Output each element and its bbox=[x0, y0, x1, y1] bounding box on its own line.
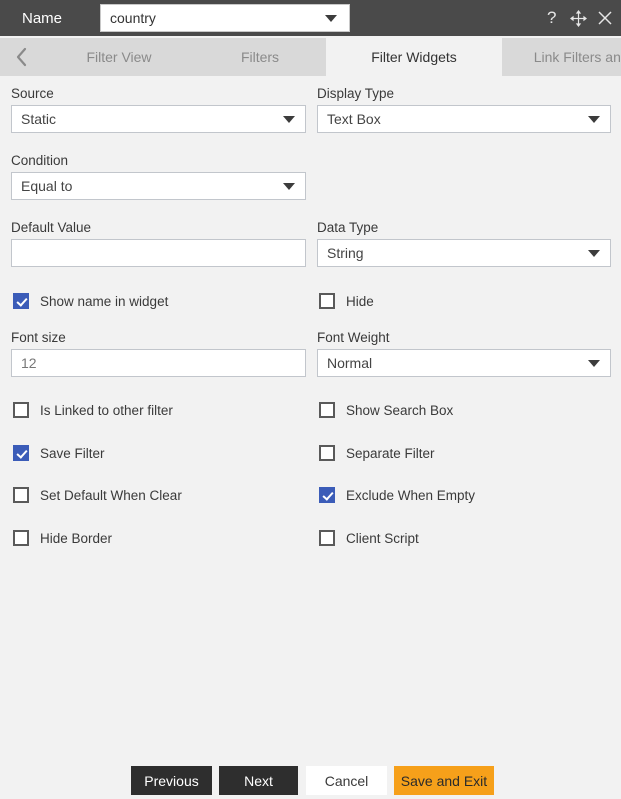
checkbox-client-script[interactable]: Client Script bbox=[319, 530, 419, 546]
checkbox-label: Save Filter bbox=[40, 445, 105, 461]
checkbox-label: Is Linked to other filter bbox=[40, 402, 173, 418]
close-icon[interactable] bbox=[597, 10, 613, 26]
font-size-input[interactable]: 12 bbox=[11, 349, 306, 377]
previous-button[interactable]: Previous bbox=[131, 766, 212, 795]
name-select-value: country bbox=[110, 10, 156, 26]
checkbox-label: Client Script bbox=[346, 530, 419, 546]
window-controls: ? bbox=[544, 0, 613, 36]
checkbox-set-default-when-clear[interactable]: Set Default When Clear bbox=[13, 487, 182, 503]
checkbox-label: Set Default When Clear bbox=[40, 487, 182, 503]
checkbox-box bbox=[13, 445, 29, 461]
font-weight-value: Normal bbox=[327, 355, 373, 371]
checkbox-label: Separate Filter bbox=[346, 445, 435, 461]
data-type-value: String bbox=[327, 245, 364, 261]
footer-actions: Previous Next Cancel Save and Exit bbox=[0, 766, 621, 799]
title-bar: Name country ? bbox=[0, 0, 621, 36]
checkbox-box bbox=[319, 402, 335, 418]
svg-text:?: ? bbox=[547, 9, 556, 27]
checkbox-label: Exclude When Empty bbox=[346, 487, 476, 503]
checkbox-show-name-in-widget[interactable]: Show name in widget bbox=[13, 293, 168, 309]
checkbox-label: Show name in widget bbox=[40, 293, 169, 309]
tab-link-filters-and-widgets[interactable]: Link Filters and Widge bbox=[502, 38, 621, 76]
display-type-label: Display Type bbox=[317, 86, 395, 101]
condition-label: Condition bbox=[11, 153, 69, 168]
name-label: Name bbox=[22, 9, 63, 27]
filter-widgets-form: Source Static Display Type Text Box Cond… bbox=[0, 76, 621, 799]
display-type-select[interactable]: Text Box bbox=[317, 105, 611, 133]
font-weight-label: Font Weight bbox=[317, 330, 390, 345]
help-icon[interactable]: ? bbox=[544, 9, 560, 27]
font-size-label: Font size bbox=[11, 330, 66, 345]
chevron-down-icon bbox=[588, 115, 600, 123]
checkbox-label: Hide bbox=[346, 293, 374, 309]
checkbox-box bbox=[13, 402, 29, 418]
name-select[interactable]: country bbox=[100, 4, 350, 32]
checkbox-box bbox=[319, 487, 335, 503]
default-value-label: Default Value bbox=[11, 220, 92, 235]
source-label: Source bbox=[11, 86, 54, 101]
tab-filter-view[interactable]: Filter View bbox=[44, 38, 194, 76]
display-type-value: Text Box bbox=[327, 111, 381, 127]
next-button[interactable]: Next bbox=[219, 766, 298, 795]
checkbox-box bbox=[13, 293, 29, 309]
checkbox-label: Hide Border bbox=[40, 530, 113, 546]
checkbox-hide[interactable]: Hide bbox=[319, 293, 374, 309]
tabs-scroll-left-icon[interactable] bbox=[0, 38, 44, 76]
checkbox-is-linked-to-other-filter[interactable]: Is Linked to other filter bbox=[13, 402, 173, 418]
checkbox-exclude-when-empty[interactable]: Exclude When Empty bbox=[319, 487, 475, 503]
default-value-input[interactable] bbox=[11, 239, 306, 267]
checkbox-separate-filter[interactable]: Separate Filter bbox=[319, 445, 435, 461]
checkbox-box bbox=[13, 530, 29, 546]
tab-filter-widgets[interactable]: Filter Widgets bbox=[326, 38, 502, 76]
chevron-down-icon bbox=[325, 14, 337, 22]
checkbox-box bbox=[319, 530, 335, 546]
checkbox-label: Show Search Box bbox=[346, 402, 454, 418]
chevron-down-icon bbox=[588, 359, 600, 367]
condition-select[interactable]: Equal to bbox=[11, 172, 306, 200]
source-select[interactable]: Static bbox=[11, 105, 306, 133]
move-icon[interactable] bbox=[570, 9, 587, 27]
checkbox-save-filter[interactable]: Save Filter bbox=[13, 445, 105, 461]
chevron-down-icon bbox=[283, 115, 295, 123]
chevron-down-icon bbox=[283, 182, 295, 190]
checkbox-box bbox=[319, 293, 335, 309]
font-size-value: 12 bbox=[21, 355, 37, 371]
tab-bar: Filter View Filters Filter Widgets Link … bbox=[0, 38, 621, 76]
tab-filters[interactable]: Filters bbox=[194, 38, 326, 76]
data-type-select[interactable]: String bbox=[317, 239, 611, 267]
source-value: Static bbox=[21, 111, 57, 127]
cancel-button[interactable]: Cancel bbox=[306, 766, 387, 795]
checkbox-hide-border[interactable]: Hide Border bbox=[13, 530, 112, 546]
chevron-down-icon bbox=[588, 249, 600, 257]
condition-value: Equal to bbox=[21, 178, 73, 194]
data-type-label: Data Type bbox=[317, 220, 379, 235]
checkbox-box bbox=[319, 445, 335, 461]
checkbox-show-search-box[interactable]: Show Search Box bbox=[319, 402, 453, 418]
save-and-exit-button[interactable]: Save and Exit bbox=[394, 766, 494, 795]
font-weight-select[interactable]: Normal bbox=[317, 349, 611, 377]
checkbox-box bbox=[13, 487, 29, 503]
